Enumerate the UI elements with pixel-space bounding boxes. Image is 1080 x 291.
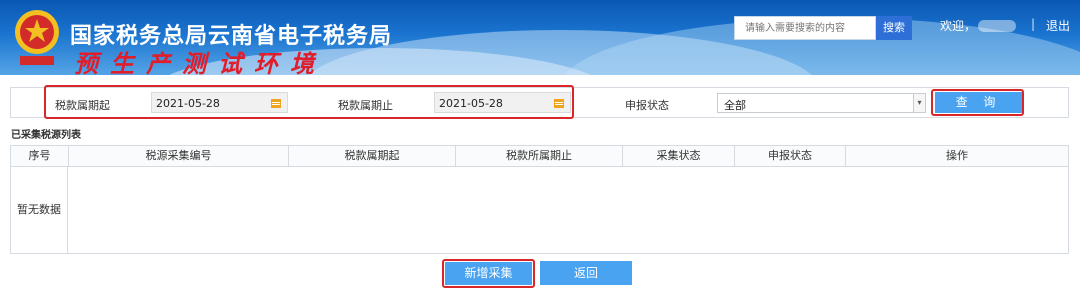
tax-emblem-icon (15, 10, 59, 65)
start-date-input[interactable]: 2021-05-28 (151, 92, 288, 113)
column-header: 税款所属期止 (456, 146, 623, 166)
end-date-value: 2021-05-28 (439, 97, 503, 110)
list-title: 已采集税源列表 (11, 130, 81, 141)
query-panel: 税款属期起 2021-05-28 税款属期止 2021-05-28 申报状态 全… (10, 87, 1069, 118)
welcome-text: 欢迎， (940, 19, 977, 33)
start-date-value: 2021-05-28 (156, 97, 220, 110)
tax-source-table: 序号 税源采集编号 税款属期起 税款所属期止 采集状态 申报状态 操作 暂无数据 (10, 145, 1069, 254)
column-header: 序号 (11, 146, 69, 166)
table-header-row: 序号 税源采集编号 税款属期起 税款所属期止 采集状态 申报状态 操作 (11, 146, 1068, 167)
table-body (68, 167, 1068, 253)
chevron-down-icon[interactable]: ▾ (913, 94, 925, 112)
column-header: 操作 (946, 149, 968, 162)
status-selected-value: 全部 (724, 99, 746, 112)
query-button[interactable]: 查 询 (935, 92, 1022, 113)
back-button[interactable]: 返回 (540, 261, 632, 285)
status-label: 申报状态 (625, 99, 669, 112)
header-banner: 国家税务总局云南省电子税务局 预生产测试环境 搜索 欢迎， | 退出 (0, 0, 1080, 75)
empty-data-text: 暂无数据 (11, 167, 68, 253)
add-collection-button[interactable]: 新增采集 (445, 262, 532, 285)
column-header: 采集状态 (623, 146, 735, 166)
end-date-input[interactable]: 2021-05-28 (434, 92, 571, 113)
end-date-label: 税款属期止 (338, 99, 393, 112)
username-blurred (978, 20, 1016, 32)
search-button[interactable]: 搜索 (876, 16, 912, 40)
search-input[interactable] (734, 16, 876, 40)
column-header: 申报状态 (735, 146, 846, 166)
column-header: 税源采集编号 (69, 146, 289, 166)
status-select[interactable]: 全部 ▾ (717, 93, 926, 113)
header-separator: | (1031, 17, 1036, 31)
environment-subtitle: 预生产测试环境 (74, 50, 326, 75)
calendar-icon[interactable] (548, 93, 570, 112)
column-header: 税款属期起 (289, 146, 456, 166)
calendar-icon[interactable] (265, 93, 287, 112)
start-date-label: 税款属期起 (55, 99, 110, 112)
logout-link[interactable]: 退出 (1046, 17, 1070, 34)
